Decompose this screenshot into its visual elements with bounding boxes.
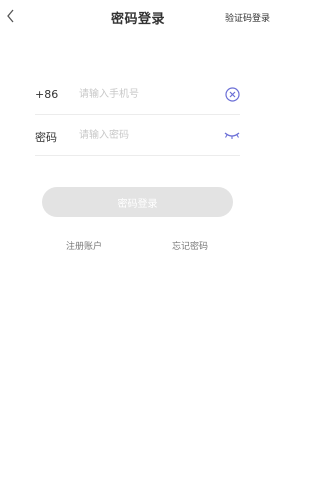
password-login-button[interactable]: 密码登录 (42, 187, 233, 217)
country-code-prefix[interactable]: +86 (35, 88, 58, 101)
forgot-password-link[interactable]: 忘记密码 (172, 239, 208, 252)
password-row: 密码 (35, 115, 240, 156)
phone-row: +86 (35, 74, 240, 115)
register-account-link[interactable]: 注册账户 (66, 239, 102, 252)
password-input[interactable] (79, 126, 209, 144)
clear-circle-icon[interactable] (224, 86, 240, 102)
password-label: 密码 (35, 131, 57, 144)
verification-code-login-link[interactable]: 验证码登录 (225, 11, 270, 24)
phone-input[interactable] (79, 85, 209, 103)
eye-closed-icon[interactable] (224, 127, 240, 143)
login-page: 密码登录 验证码登录 +86 密码 密码登录 注册账户 忘记 (0, 0, 276, 500)
header-bar: 密码登录 验证码登录 (0, 0, 276, 36)
